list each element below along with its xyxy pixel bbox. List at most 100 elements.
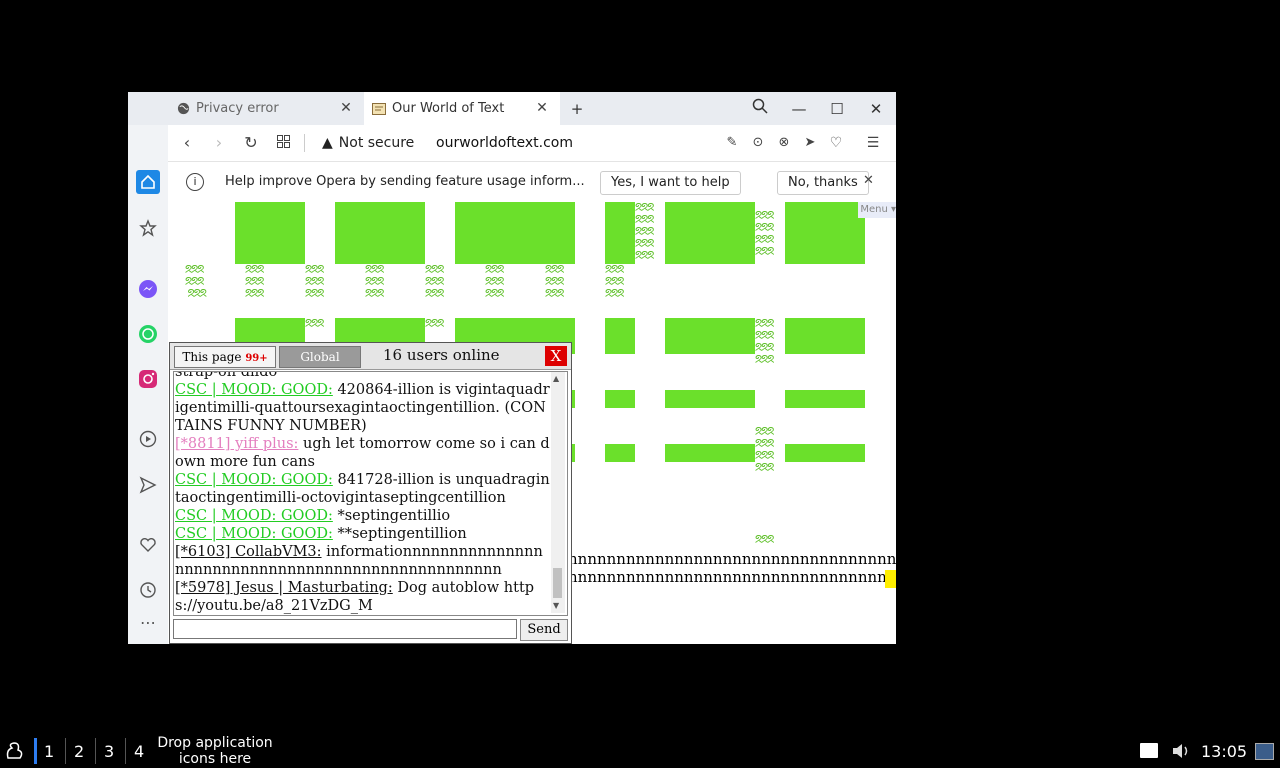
symbol-cluster: ᘝᘝᘝ xyxy=(755,533,774,546)
green-block xyxy=(665,202,755,264)
reload-icon[interactable]: ↻ xyxy=(240,132,262,154)
green-block xyxy=(455,202,575,264)
infobar-message: Help improve Opera by sending feature us… xyxy=(225,174,585,189)
desktop-icon[interactable] xyxy=(1255,743,1274,760)
green-block xyxy=(235,202,305,264)
divider xyxy=(65,738,66,764)
edit-icon[interactable]: ✎ xyxy=(721,132,743,154)
chat-log[interactable]: strap-on dildo CSC | MOOD: GOOD: 420864-… xyxy=(173,371,568,616)
back-icon[interactable]: ‹ xyxy=(176,132,198,154)
chat-text: **septingentillion xyxy=(332,526,467,542)
chat-message-partial: strap-on dildo xyxy=(175,371,278,380)
tab-our-world-of-text[interactable]: Our World of Text ✕ xyxy=(364,92,560,125)
chat-nick[interactable]: CSC | MOOD: GOOD: xyxy=(175,382,333,398)
drop-text-line: icons here xyxy=(178,751,252,767)
tab-title: Privacy error xyxy=(196,101,279,116)
chat-nick[interactable]: [*6103] CollabVM3: xyxy=(175,544,322,560)
more-icon[interactable]: ⋯ xyxy=(136,610,160,634)
symbol-cluster: ᘝᘝᘝ ᘝᘝᘝ ᘝᘝᘝ xyxy=(545,263,564,300)
whatsapp-icon[interactable] xyxy=(136,322,160,346)
symbol-cluster: ᘝᘝᘝ ᘝᘝᘝ ᘝᘝᘝ xyxy=(485,263,504,300)
url-field[interactable]: ourworldoftext.com xyxy=(436,135,573,151)
drop-text-line: Drop application xyxy=(157,735,273,751)
globe-icon xyxy=(176,102,190,116)
green-block xyxy=(605,444,635,462)
chat-nick[interactable]: CSC | MOOD: GOOD: xyxy=(175,508,333,524)
green-block xyxy=(665,444,755,462)
chat-nick[interactable]: [*8811] yiff plus: xyxy=(175,436,298,452)
scroll-up-icon[interactable]: ▲ xyxy=(553,374,559,383)
decline-button[interactable]: No, thanks xyxy=(777,171,869,195)
tab-this-page[interactable]: This page 99+ xyxy=(174,346,276,368)
workspace-4[interactable]: 4 xyxy=(134,742,144,761)
send-button[interactable]: Send xyxy=(520,619,568,641)
green-block xyxy=(785,202,865,264)
scroll-down-icon[interactable]: ▼ xyxy=(553,601,559,610)
chat-nick[interactable]: CSC | MOOD: GOOD: xyxy=(175,526,333,542)
maximize-icon[interactable]: ☐ xyxy=(826,98,848,120)
tab-label: This page xyxy=(182,350,242,364)
divider xyxy=(95,738,96,764)
minimize-icon[interactable]: — xyxy=(788,98,810,120)
bookmark-heart-icon[interactable]: ♡ xyxy=(825,132,847,154)
easy-setup-icon[interactable]: ☰ xyxy=(862,132,884,154)
clock: 13:05 xyxy=(1201,742,1248,761)
cursor-highlight xyxy=(885,570,896,588)
chat-message: CSC | MOOD: GOOD: **septingentillion xyxy=(175,525,550,543)
history-icon[interactable] xyxy=(136,578,160,602)
menu-button[interactable]: Menu ▾ xyxy=(858,202,896,218)
green-block xyxy=(785,318,865,354)
symbol-cluster: ᘝᘝᘝ ᘝᘝᘝ ᘝᘝᘝ xyxy=(185,263,207,300)
close-tab-icon[interactable]: ✕ xyxy=(534,100,550,116)
chat-nick[interactable]: CSC | MOOD: GOOD: xyxy=(175,472,333,488)
address-bar: ‹ › ↻ ▲ Not secure ourworldoftext.com ✎ … xyxy=(168,125,896,162)
workspace-3[interactable]: 3 xyxy=(104,742,114,761)
symbol-cluster: ᘝᘝᘝ ᘝᘝᘝ ᘝᘝᘝ ᘝᘝᘝ xyxy=(755,425,774,474)
heart-icon[interactable] xyxy=(136,533,160,557)
send-icon[interactable] xyxy=(136,473,160,497)
symbol-cluster: ᘝᘝᘝ xyxy=(305,317,324,330)
home-icon[interactable] xyxy=(136,170,160,194)
unread-badge: 99+ xyxy=(245,353,268,364)
symbol-cluster: ᘝᘝᘝ ᘝᘝᘝ ᘝᘝᘝ xyxy=(245,263,264,300)
accept-button[interactable]: Yes, I want to help xyxy=(600,171,741,195)
security-indicator[interactable]: ▲ Not secure xyxy=(322,135,414,151)
green-block xyxy=(665,390,755,408)
adblock-icon[interactable]: ⊗ xyxy=(773,132,795,154)
security-label: Not secure xyxy=(338,135,415,151)
bookmarks-icon[interactable] xyxy=(136,216,160,240)
close-tab-icon[interactable]: ✕ xyxy=(338,100,354,116)
scroll-thumb[interactable] xyxy=(553,568,562,598)
tab-privacy-error[interactable]: Privacy error ✕ xyxy=(168,92,364,125)
active-workspace-indicator xyxy=(34,738,37,764)
divider xyxy=(304,134,305,152)
close-window-icon[interactable]: ✕ xyxy=(865,98,887,120)
volume-icon[interactable] xyxy=(1171,741,1191,765)
notes-icon[interactable] xyxy=(1140,743,1158,758)
chat-scrollbar[interactable]: ▲ ▼ xyxy=(551,372,565,613)
chat-nick[interactable]: [*5978] Jesus | Masturbating: xyxy=(175,580,393,596)
new-tab-icon[interactable]: + xyxy=(566,98,588,120)
start-menu-icon[interactable] xyxy=(4,740,26,767)
messenger-icon[interactable] xyxy=(136,277,160,301)
workspace-2[interactable]: 2 xyxy=(74,742,84,761)
warning-icon: ▲ xyxy=(322,135,333,151)
share-icon[interactable]: ➤ xyxy=(799,132,821,154)
chat-input[interactable] xyxy=(173,619,517,639)
tab-global[interactable]: Global xyxy=(279,346,361,368)
close-infobar-icon[interactable]: ✕ xyxy=(863,173,874,188)
close-chat-button[interactable]: X xyxy=(545,346,567,366)
symbol-cluster: ᘝᘝᘝ ᘝᘝᘝ ᘝᘝᘝ xyxy=(425,263,444,300)
chat-panel: This page 99+ Global 16 users online X s… xyxy=(169,342,572,644)
text-row: nnnnnnnnnnnnnnnnnnnnnnnnnnnnnnnnnnnnnn xyxy=(568,568,896,586)
forward-icon[interactable]: › xyxy=(208,132,230,154)
instagram-icon[interactable] xyxy=(136,367,160,391)
green-block xyxy=(335,202,425,264)
feature-usage-infobar: i Help improve Opera by sending feature … xyxy=(168,162,896,203)
player-icon[interactable] xyxy=(136,427,160,451)
camera-icon[interactable]: ⊙ xyxy=(747,132,769,154)
workspace-1[interactable]: 1 xyxy=(44,742,54,761)
tabs-grid-icon[interactable] xyxy=(272,132,294,154)
search-tabs-icon[interactable] xyxy=(749,98,771,120)
symbol-cluster: ᘝᘝᘝ xyxy=(425,317,444,330)
